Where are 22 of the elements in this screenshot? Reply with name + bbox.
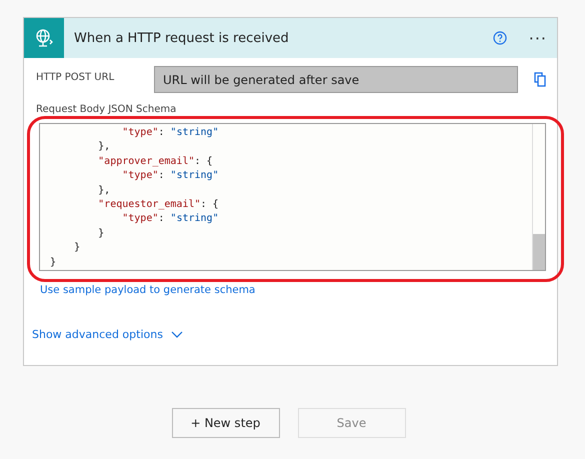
code-line: "requestor_email": { (97, 198, 220, 212)
more-options-button[interactable]: ··· (528, 28, 547, 48)
schema-label: Request Body JSON Schema (36, 104, 178, 115)
code-line: "type": "string" (121, 169, 220, 184)
code-line: "type": "string" (121, 126, 220, 140)
code-line: "type": "string" (121, 212, 220, 226)
sample-payload-link[interactable]: Use sample payload to generate schema (40, 284, 256, 296)
code-line: "approver_email": { (97, 154, 214, 169)
url-label: HTTP POST URL (36, 72, 116, 83)
help-icon[interactable] (492, 31, 507, 45)
code-line: } (97, 226, 106, 241)
new-step-button[interactable]: + New step (172, 408, 280, 438)
code-line: }, (97, 140, 112, 154)
url-field[interactable]: URL will be generated after save (154, 66, 518, 93)
code-line: } (50, 256, 58, 270)
schema-editor[interactable]: "type": "string" }, "approver_email": { "type": "string" }, "requestor_email": { "type": "string" } } } (39, 123, 546, 271)
trigger-title: When a HTTP request is received (74, 30, 290, 46)
code-line: }, (97, 184, 112, 198)
code-line: } (73, 241, 82, 256)
scrollbar-thumb[interactable] (533, 234, 545, 270)
advanced-options-toggle[interactable]: Show advanced options (32, 328, 183, 341)
copy-icon[interactable] (534, 72, 546, 87)
